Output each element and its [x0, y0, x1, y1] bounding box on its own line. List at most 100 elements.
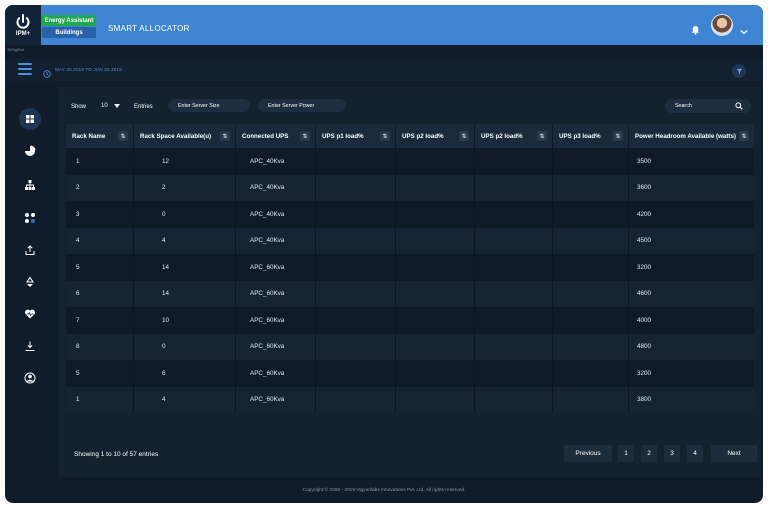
search-icon[interactable] — [735, 102, 743, 110]
page-button-2[interactable]: 2 — [641, 445, 657, 462]
hierarchy-icon[interactable] — [21, 176, 39, 194]
table-cell: 4000 — [637, 316, 652, 324]
clock-icon — [43, 65, 51, 78]
table-cell — [396, 360, 475, 387]
column-header[interactable]: Rack Name ⇅ — [66, 124, 134, 148]
table-row[interactable]: 1 4 APC_60Kva 3800 — [66, 386, 754, 413]
table-cell: APC_60Kva — [236, 254, 316, 281]
allocation-icon[interactable] — [21, 209, 39, 227]
table-cell — [316, 307, 396, 334]
sidebar — [5, 87, 53, 477]
table-cell: 12 — [134, 148, 236, 175]
table-cell — [553, 254, 629, 281]
table-cell — [553, 333, 629, 360]
table-row[interactable]: 2 2 APC_40Kva 3600 — [66, 174, 754, 201]
table-cell: 6 — [134, 360, 236, 387]
table-cell — [396, 307, 475, 334]
table-cell — [475, 280, 553, 307]
table-row[interactable]: 7 10 APC_60Kva 4000 — [66, 307, 754, 334]
table-cell: APC_60Kva — [236, 360, 316, 387]
logo-subtext: TeDigiBot — [7, 47, 25, 52]
table-row[interactable]: 5 6 APC_60Kva 3200 — [66, 360, 754, 387]
sort-icon[interactable]: ⇅ — [118, 131, 128, 141]
page-button-1[interactable]: 1 — [618, 445, 634, 462]
table-cell: 1 — [66, 386, 134, 413]
table-cell: APC_60Kva — [236, 280, 316, 307]
table-cell — [553, 227, 629, 254]
table-cell: APC_40Kva — [236, 227, 316, 254]
dashboard-icon[interactable] — [19, 108, 41, 130]
page-button-3[interactable]: 3 — [664, 445, 680, 462]
table-cell — [316, 148, 396, 175]
bell-icon[interactable] — [691, 22, 700, 35]
next-button[interactable]: Next — [711, 445, 757, 462]
pie-chart-icon[interactable] — [21, 142, 39, 160]
table-cell — [316, 254, 396, 281]
table-row[interactable]: 1 12 APC_40Kva 3500 — [66, 148, 754, 175]
top-header: IPM+ Energy Assistant Buildings SMART AL… — [5, 5, 763, 45]
table-cell — [553, 386, 629, 413]
upload-icon[interactable] — [21, 241, 39, 259]
sort-icon[interactable]: ⇅ — [380, 131, 390, 141]
user-icon[interactable] — [21, 369, 39, 387]
table-cell: 4 — [134, 227, 236, 254]
page-title: SMART ALLOCATOR — [108, 24, 190, 33]
table-cell: APC_40Kva — [236, 201, 316, 228]
entries-label: Entries — [134, 104, 153, 110]
page-button-4[interactable]: 4 — [687, 445, 703, 462]
menu-icon[interactable] — [18, 63, 32, 75]
table-cell — [553, 174, 629, 201]
server-size-input[interactable]: Enter Server Size — [168, 99, 250, 112]
recycle-icon[interactable] — [21, 273, 39, 291]
download-icon[interactable] — [21, 337, 39, 355]
sort-icon[interactable]: ⇅ — [300, 131, 310, 141]
filter-button[interactable] — [732, 64, 746, 78]
column-header-label: Rack Space Available(u) — [140, 132, 212, 140]
column-header[interactable]: UPS p3 load% ⇅ — [553, 124, 629, 148]
search-placeholder: Search — [675, 103, 692, 109]
table-row[interactable]: 4 4 APC_40Kva 4500 — [66, 227, 754, 254]
avatar[interactable] — [711, 14, 733, 36]
entries-select[interactable]: 10 — [95, 99, 127, 112]
column-header[interactable]: Connected UPS ⇅ — [236, 124, 316, 148]
table-cell — [553, 307, 629, 334]
column-header[interactable]: UPS p1 load% ⇅ — [316, 124, 396, 148]
sort-icon[interactable]: ⇅ — [459, 131, 469, 141]
copyright: Copyright © 2008 - 2019 Vigyanlabs Innov… — [302, 488, 466, 493]
table-row[interactable]: 5 14 APC_60Kva 3200 — [66, 254, 754, 281]
column-header[interactable]: Rack Space Available(u) ⇅ — [134, 124, 236, 148]
sort-icon[interactable]: ⇅ — [220, 131, 230, 141]
search-input[interactable]: Search — [665, 99, 751, 113]
column-header[interactable]: Power Headroom Available (watts) ⇅ — [629, 124, 754, 148]
table-cell: APC_60Kva — [236, 307, 316, 334]
table-cell — [396, 386, 475, 413]
sort-icon[interactable]: ⇅ — [537, 131, 547, 141]
previous-button[interactable]: Previous — [564, 445, 612, 462]
chevron-down-icon[interactable] — [740, 22, 748, 35]
entries-info: Showing 1 to 10 of 57 entries — [74, 451, 159, 458]
table-cell — [475, 201, 553, 228]
app-logo[interactable]: IPM+ — [5, 5, 41, 45]
table-cell — [316, 174, 396, 201]
table-cell — [316, 386, 396, 413]
table-cell: 14 — [134, 254, 236, 281]
table-cell: 4 — [66, 227, 134, 254]
server-power-input[interactable]: Enter Server Power — [258, 99, 346, 112]
table-cell: 3200 — [637, 369, 652, 377]
table-row[interactable]: 3 0 APC_40Kva 4200 — [66, 201, 754, 228]
sort-icon[interactable]: ⇅ — [739, 131, 749, 141]
buildings-tag[interactable]: Buildings — [42, 27, 96, 38]
column-header[interactable]: UPS p2 load% ⇅ — [396, 124, 475, 148]
column-header-label: UPS p2 load% — [402, 132, 444, 140]
column-header[interactable]: UPS p2 load% ⇅ — [475, 124, 553, 148]
table-row[interactable]: 6 14 APC_60Kva 4600 — [66, 280, 754, 307]
energy-assistant-tag[interactable]: Energy Assistant — [42, 15, 96, 26]
date-range[interactable]: MAY 30,2019 TO JUN 29,2019 — [55, 67, 122, 72]
app-window: IPM+ Energy Assistant Buildings SMART AL… — [5, 5, 763, 503]
table-cell — [396, 254, 475, 281]
health-icon[interactable] — [21, 305, 39, 323]
table-row[interactable]: 8 0 APC_60Kva 4800 — [66, 333, 754, 360]
sort-icon[interactable]: ⇅ — [613, 131, 623, 141]
table-cell — [316, 280, 396, 307]
column-header-label: UPS p2 load% — [481, 132, 523, 140]
